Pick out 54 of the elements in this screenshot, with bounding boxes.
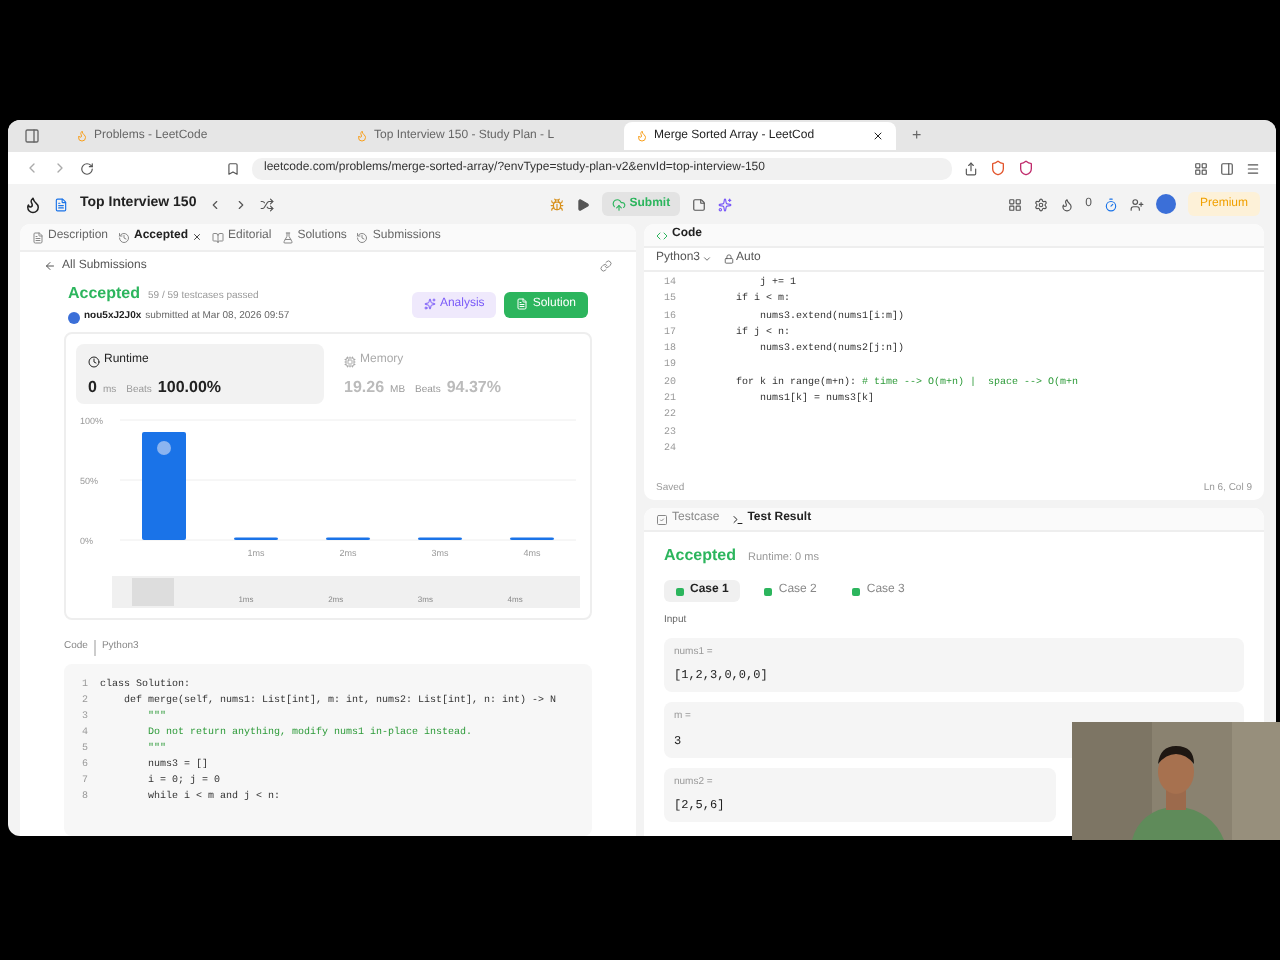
add-user-icon[interactable] [1129,197,1144,211]
sparkle-icon [423,298,436,310]
result-status: Accepted [664,544,737,568]
settings-icon[interactable] [1033,197,1048,211]
link-icon[interactable] [600,260,612,272]
beats-value: 100.00% [157,376,222,400]
tab-icon [32,231,44,243]
menu-icon[interactable] [1246,161,1260,175]
check-icon [676,587,684,595]
check-icon [764,587,773,595]
beats-value: 94.37% [446,376,501,400]
timer-icon[interactable] [1103,197,1118,211]
avatar[interactable] [1155,194,1176,214]
sparkle-icon[interactable] [718,197,733,211]
document-icon [516,298,529,310]
tab-icon [212,231,225,243]
tab-icon [118,231,131,243]
check-icon [852,587,861,595]
avatar [68,312,80,324]
next-icon[interactable] [234,197,249,211]
streak-icon[interactable] [1059,197,1074,211]
share-icon[interactable] [964,161,978,175]
caret-icon [702,254,713,264]
extension-icon[interactable] [1194,161,1208,175]
run-icon[interactable] [575,197,590,211]
tab-icon [281,231,294,243]
tab-icon [356,231,369,243]
shield-icon[interactable] [1018,160,1034,176]
layout-icon[interactable] [1007,197,1022,211]
upload-icon [611,197,626,211]
back-arrow-icon[interactable] [44,260,56,272]
status-text: Accepted [68,282,141,307]
close-icon[interactable] [872,130,884,142]
bar [142,432,186,540]
shield-icon[interactable] [990,160,1006,176]
range-handle[interactable] [132,578,174,606]
stat-value: 0 [88,376,97,400]
note-icon[interactable] [692,197,707,211]
bookmark-icon[interactable] [226,161,240,175]
new-tab-button[interactable]: + [912,124,922,148]
previous-icon[interactable] [208,197,223,211]
sidebar-icon[interactable] [24,128,40,144]
reload-icon[interactable] [80,161,94,175]
code-icon [656,229,668,241]
clock-icon [88,355,100,367]
sidebar-icon[interactable] [1220,161,1234,175]
lock-icon [724,254,735,264]
list-icon [54,197,68,211]
stat-value: 19.26 [344,376,385,400]
shuffle-icon[interactable] [260,197,275,211]
checkbox-icon [656,513,668,525]
chip-icon [344,355,356,367]
user-icon [157,441,171,455]
terminal-icon [731,513,744,525]
